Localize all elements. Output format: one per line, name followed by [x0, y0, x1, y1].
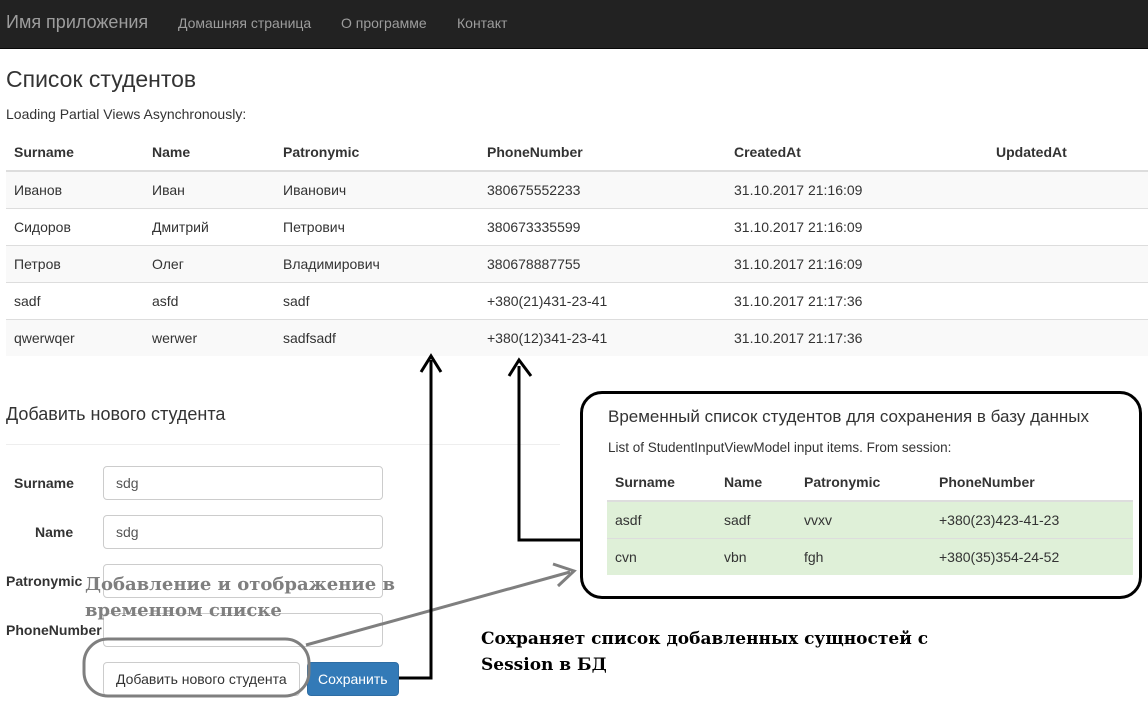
panel-arrow-line	[517, 366, 580, 542]
cell-surname: qwerwqer	[6, 319, 144, 356]
cell-created: 31.10.2017 21:16:09	[726, 170, 988, 209]
nav-link-about[interactable]: О программе	[341, 15, 427, 31]
cell-name: Олег	[144, 245, 275, 283]
table-row: Сидоров Дмитрий Петрович 380673335599 31…	[6, 208, 1148, 246]
cell-name: asfd	[144, 282, 275, 320]
students-table: Surname Name Patronymic PhoneNumber Crea…	[6, 134, 1148, 356]
nav-link-home[interactable]: Домашняя страница	[178, 15, 311, 31]
column-header-patronymic: Patronymic	[275, 134, 479, 172]
temp-cell-surname: cvn	[607, 538, 716, 575]
temp-column-header-phone: PhoneNumber	[931, 464, 1133, 502]
surname-label: Surname	[14, 475, 74, 491]
gray-arrow-head	[552, 562, 577, 588]
cell-created: 31.10.2017 21:17:36	[726, 319, 988, 356]
temp-column-header-name: Name	[716, 464, 796, 502]
cell-phone: +380(12)341-23-41	[479, 319, 726, 356]
cell-surname: Петров	[6, 245, 144, 283]
cell-updated	[988, 170, 1148, 209]
temp-table-header-row: Surname Name Patronymic PhoneNumber	[607, 464, 1133, 502]
cell-updated	[988, 319, 1148, 356]
temp-cell-name: vbn	[716, 538, 796, 575]
table-header-row: Surname Name Patronymic PhoneNumber Crea…	[6, 134, 1148, 172]
cell-patronymic: Петрович	[275, 208, 479, 246]
temp-list-panel: Временный список студентов для сохранени…	[580, 391, 1142, 599]
panel-arrow-head	[507, 357, 533, 377]
add-student-button[interactable]: Добавить нового студента	[103, 662, 300, 696]
page-subtitle: Loading Partial Views Asynchronously:	[6, 106, 247, 122]
temp-list-subtitle: List of StudentInputViewModel input item…	[608, 440, 952, 455]
add-student-heading: Добавить нового студента	[6, 404, 226, 424]
table-row: Иванов Иван Иванович 380675552233 31.10.…	[6, 170, 1148, 209]
temp-list-title: Временный список студентов для сохранени…	[608, 407, 1089, 426]
cell-created: 31.10.2017 21:16:09	[726, 245, 988, 283]
temp-cell-phone: +380(23)423-41-23	[931, 500, 1133, 539]
annotation-black-note: Сохраняет список добавленных сущностей с…	[481, 629, 929, 675]
phone-label: PhoneNumber	[6, 622, 102, 638]
temp-table-row: asdf sadf vvxv +380(23)423-41-23	[607, 500, 1133, 539]
table-row: Петров Олег Владимирович 380678887755 31…	[6, 245, 1148, 283]
cell-phone: 380678887755	[479, 245, 726, 283]
nav-link-contact[interactable]: Контакт	[457, 15, 507, 31]
temp-cell-name: sadf	[716, 500, 796, 539]
page-title: Список студентов	[6, 66, 197, 92]
cell-patronymic: sadfsadf	[275, 319, 479, 356]
cell-phone: 380673335599	[479, 208, 726, 246]
cell-created: 31.10.2017 21:17:36	[726, 282, 988, 320]
cell-patronymic: Иванович	[275, 170, 479, 209]
cell-phone: +380(21)431-23-41	[479, 282, 726, 320]
cell-surname: Иванов	[6, 170, 144, 209]
column-header-updated: UpdatedAt	[988, 134, 1148, 172]
save-button[interactable]: Сохранить	[307, 662, 399, 696]
temp-cell-patronymic: vvxv	[796, 500, 931, 539]
annotation-gray-note: Добавление и отображение в временном спи…	[85, 574, 395, 621]
cell-name: Иван	[144, 170, 275, 209]
cell-created: 31.10.2017 21:16:09	[726, 208, 988, 246]
temp-table-row: cvn vbn fgh +380(35)354-24-52	[607, 538, 1133, 575]
navbar: Имя приложения Домашняя страница О прогр…	[0, 0, 1148, 49]
column-header-name: Name	[144, 134, 275, 172]
column-header-phone: PhoneNumber	[479, 134, 726, 172]
table-row: sadf asfd sadf +380(21)431-23-41 31.10.2…	[6, 282, 1148, 320]
temp-column-header-surname: Surname	[607, 464, 716, 502]
table-row: qwerwqer werwer sadfsadf +380(12)341-23-…	[6, 319, 1148, 356]
cell-phone: 380675552233	[479, 170, 726, 209]
cell-patronymic: Владимирович	[275, 245, 479, 283]
cell-updated	[988, 282, 1148, 320]
patronymic-label: Patronymic	[6, 573, 83, 589]
temp-cell-surname: asdf	[607, 500, 716, 539]
name-label: Name	[35, 524, 74, 540]
name-input[interactable]	[103, 515, 383, 549]
column-header-surname: Surname	[6, 134, 144, 172]
save-arrow-head	[419, 353, 443, 373]
cell-updated	[988, 208, 1148, 246]
cell-surname: Сидоров	[6, 208, 144, 246]
navbar-brand[interactable]: Имя приложения	[6, 12, 148, 33]
column-header-created: CreatedAt	[726, 134, 988, 172]
save-arrow-line	[399, 360, 433, 680]
cell-name: werwer	[144, 319, 275, 356]
temp-cell-phone: +380(35)354-24-52	[931, 538, 1133, 575]
temp-column-header-patronymic: Patronymic	[796, 464, 931, 502]
divider	[6, 444, 560, 445]
temp-list-table: Surname Name Patronymic PhoneNumber asdf…	[607, 464, 1133, 575]
cell-surname: sadf	[6, 282, 144, 320]
cell-name: Дмитрий	[144, 208, 275, 246]
surname-input[interactable]	[103, 466, 383, 500]
temp-cell-patronymic: fgh	[796, 538, 931, 575]
cell-patronymic: sadf	[275, 282, 479, 320]
cell-updated	[988, 245, 1148, 283]
